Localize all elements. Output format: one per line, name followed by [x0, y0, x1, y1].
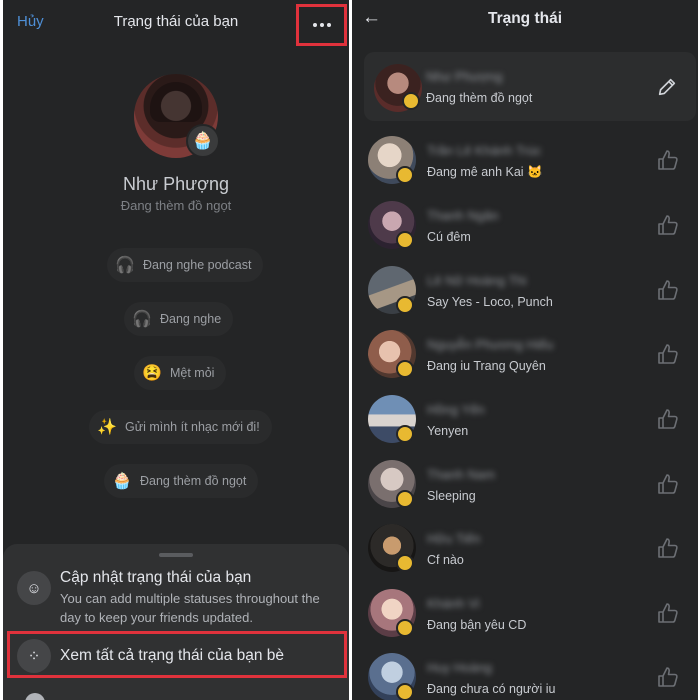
friend-status: Yenyen	[427, 424, 469, 438]
status-badge	[396, 683, 414, 700]
thumbs-up-icon[interactable]	[656, 665, 680, 689]
status-option-tired[interactable]: 😫 Mệt mỏi	[134, 356, 227, 390]
status-option-listening[interactable]: 🎧 Đang nghe	[124, 302, 234, 336]
list-item[interactable]: Hồng Yến Yenyen	[352, 387, 698, 451]
friend-name: Khánh Vi	[427, 596, 480, 611]
update-status-title: Cập nhật trạng thái của bạn	[60, 569, 252, 586]
list-item[interactable]: Lê Nữ Hoàng Thi Say Yes - Loco, Punch	[352, 258, 698, 322]
status-option-label: Mệt mỏi	[170, 366, 215, 380]
profile-name: Như Phượng	[123, 174, 229, 194]
list-item[interactable]: Thanh Ngân Cú đêm	[352, 193, 698, 257]
list-item[interactable]: Hữu Tiến Cf nào	[352, 516, 698, 580]
status-badge	[396, 554, 414, 572]
headphones-icon: 🎧	[115, 257, 135, 274]
cupcake-icon: 🧁	[112, 473, 132, 490]
page-title: Trạng thái	[487, 10, 563, 27]
friend-status: Sleeping	[427, 489, 476, 503]
sparkles-icon: ✨	[97, 419, 117, 436]
friend-status: Cf nào	[427, 553, 464, 567]
status-badge	[396, 619, 414, 637]
friend-status: Đang iu Trang Quyên	[427, 359, 546, 373]
list-item[interactable]: Huy Hoàng Đang chưa có người iu	[352, 645, 698, 700]
friend-status: Đang bận yêu CD	[427, 618, 527, 632]
thumbs-up-icon[interactable]	[656, 148, 680, 172]
friend-name: Thanh Ngân	[427, 208, 499, 223]
friend-name: Trần Lê Khánh Trúc	[427, 143, 542, 158]
status-badge	[396, 231, 414, 249]
my-name: Như Phượng	[426, 69, 503, 84]
status-badge	[396, 490, 414, 508]
status-option-label: Đang nghe podcast	[143, 258, 252, 272]
status-badge	[396, 360, 414, 378]
partial-row-icon	[25, 693, 45, 700]
friend-name: Lê Nữ Hoàng Thi	[427, 273, 527, 288]
header: ← Trạng thái	[352, 0, 698, 40]
friend-name: Hồng Yến	[427, 402, 485, 417]
thumbs-up-icon[interactable]	[656, 213, 680, 237]
sheet-handle[interactable]	[159, 553, 193, 557]
friend-name: Hữu Tiến	[427, 531, 481, 546]
view-all-label: Xem tất cả trạng thái của bạn bè	[60, 647, 285, 664]
friend-name: Thanh Nam	[427, 467, 495, 482]
header: Hủy Trạng thái của bạn	[3, 0, 349, 46]
status-option-label: Gửi mình ít nhạc mới đi!	[125, 420, 260, 434]
friend-status: Đang mê anh Kai 🐱	[427, 165, 543, 179]
smile-chat-icon: ☺	[17, 571, 51, 605]
thumbs-up-icon[interactable]	[656, 342, 680, 366]
thumbs-up-icon[interactable]	[656, 536, 680, 560]
thumbs-up-icon[interactable]	[656, 278, 680, 302]
friend-status: Say Yes - Loco, Punch	[427, 295, 553, 309]
more-options-button[interactable]	[296, 4, 347, 46]
list-item[interactable]: Trần Lê Khánh Trúc Đang mê anh Kai 🐱	[352, 128, 698, 192]
update-status-option[interactable]: ☺ Cập nhật trạng thái của bạn You can ad…	[3, 568, 349, 626]
status-option-podcast[interactable]: 🎧 Đang nghe podcast	[107, 248, 264, 282]
my-status-card[interactable]: Như Phượng Đang thèm đồ ngọt	[364, 52, 696, 121]
pencil-icon[interactable]	[656, 76, 678, 98]
update-status-description: You can add multiple statuses throughout…	[60, 591, 320, 625]
headphones-icon: 🎧	[132, 311, 152, 328]
profile-status: Đang thèm đồ ngọt	[120, 198, 232, 213]
status-badge	[396, 166, 414, 184]
status-option-label: Đang nghe	[160, 312, 222, 326]
status-badge	[396, 425, 414, 443]
status-editor-panel: Hủy Trạng thái của bạn 🧁 Như Phượng Đang…	[3, 0, 349, 700]
status-badge	[402, 92, 420, 110]
friend-status: Đang chưa có người iu	[427, 682, 556, 696]
status-option-label: Đang thèm đồ ngọt	[140, 474, 247, 488]
tired-face-icon: 😫	[142, 365, 162, 382]
my-status-text: Đang thèm đồ ngọt	[426, 91, 533, 105]
friends-statuses-panel: ← Trạng thái Như Phượng Đang thèm đồ ngọ…	[352, 0, 698, 700]
list-item[interactable]: Nguyễn Phương Hiếu Đang iu Trang Quyên	[352, 322, 698, 386]
thumbs-up-icon[interactable]	[656, 472, 680, 496]
list-item[interactable]: Khánh Vi Đang bận yêu CD	[352, 581, 698, 645]
more-dots-icon	[312, 23, 331, 27]
bottom-sheet: ☺ Cập nhật trạng thái của bạn You can ad…	[3, 544, 349, 700]
cupcake-icon: 🧁	[186, 124, 220, 158]
thumbs-up-icon[interactable]	[656, 407, 680, 431]
list-item[interactable]: Thanh Nam Sleeping	[352, 452, 698, 516]
status-badge	[396, 296, 414, 314]
friend-status: Cú đêm	[427, 230, 471, 244]
status-option-new-music[interactable]: ✨ Gửi mình ít nhạc mới đi!	[89, 410, 272, 444]
view-all-friends-statuses-option[interactable]: ⁘ Xem tất cả trạng thái của bạn bè	[3, 634, 349, 676]
thumbs-up-icon[interactable]	[656, 601, 680, 625]
friend-name: Huy Hoàng	[427, 660, 493, 675]
friend-name: Nguyễn Phương Hiếu	[427, 337, 554, 352]
friends-icon: ⁘	[17, 639, 51, 673]
status-option-sweets[interactable]: 🧁 Đang thèm đồ ngọt	[104, 464, 259, 498]
